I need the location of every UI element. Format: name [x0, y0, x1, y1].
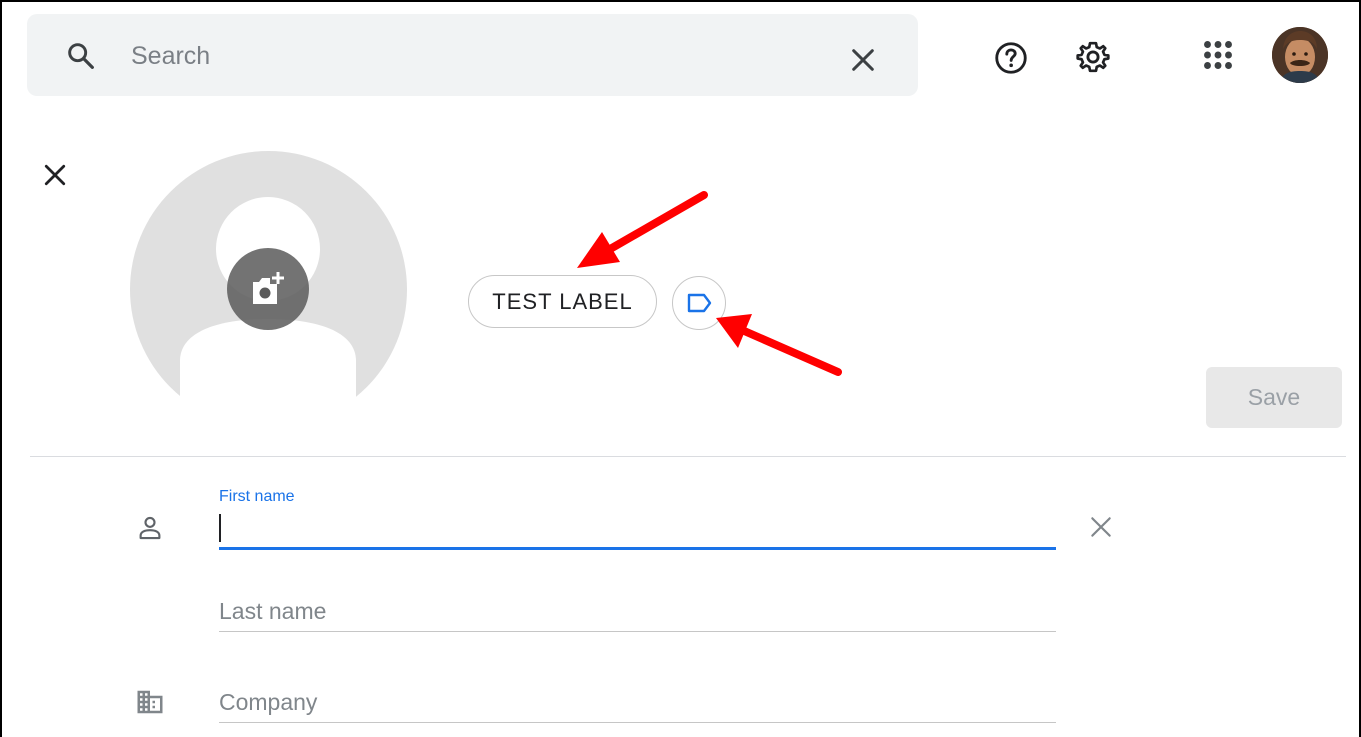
last-name-underline	[219, 631, 1056, 632]
search-bar[interactable]	[27, 14, 918, 96]
help-icon[interactable]	[993, 40, 1029, 76]
label-chip-text: TEST LABEL	[492, 288, 633, 314]
gear-icon[interactable]	[1075, 39, 1111, 75]
first-name-label: First name	[219, 488, 295, 505]
clear-field-icon[interactable]	[1088, 514, 1114, 540]
close-icon[interactable]	[847, 44, 879, 76]
last-name-field[interactable]	[219, 591, 1056, 631]
first-name-field[interactable]	[219, 510, 1056, 550]
company-field[interactable]	[219, 682, 1056, 722]
add-photo-button[interactable]	[227, 248, 309, 330]
account-avatar[interactable]	[1272, 27, 1328, 83]
first-name-underline	[219, 547, 1056, 550]
search-input[interactable]	[129, 34, 813, 78]
add-photo-icon	[253, 272, 284, 304]
save-button[interactable]: Save	[1206, 367, 1342, 428]
person-icon	[139, 516, 161, 540]
manage-labels-button[interactable]	[672, 276, 726, 330]
label-chip[interactable]: TEST LABEL	[468, 275, 657, 328]
label-icon	[687, 293, 712, 313]
apps-grid-icon[interactable]	[1200, 37, 1236, 73]
search-icon[interactable]	[65, 40, 97, 72]
building-icon	[137, 690, 163, 714]
divider	[30, 456, 1346, 457]
avatar-photo	[1272, 27, 1328, 83]
text-caret	[219, 514, 221, 542]
close-icon[interactable]	[40, 160, 70, 190]
company-underline	[219, 722, 1056, 723]
